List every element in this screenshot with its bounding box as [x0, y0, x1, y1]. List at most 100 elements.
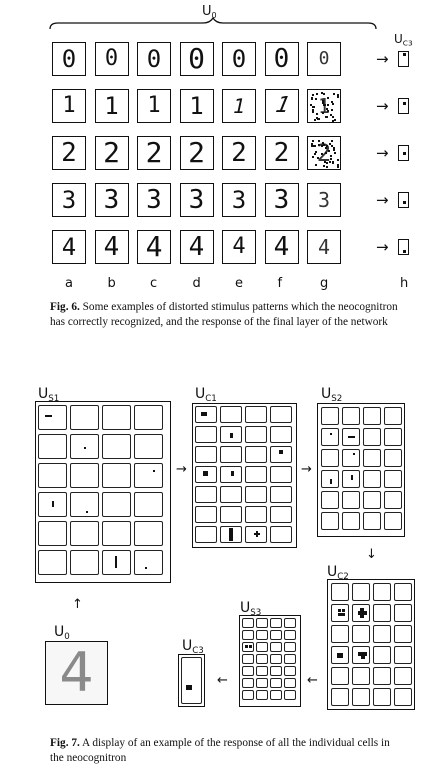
stimulus-cell: 4	[307, 230, 341, 264]
us2-cell	[342, 449, 360, 467]
us2-activity-mark	[351, 475, 353, 480]
stimulus-cell: 2	[94, 136, 129, 170]
stimulus-cell: 1	[222, 89, 256, 123]
digit-glyph: 4	[145, 230, 163, 263]
uc1-cell	[245, 466, 267, 483]
uc2-cell	[394, 604, 412, 622]
uc2-panel	[327, 579, 415, 710]
stimulus-cell: 1	[307, 89, 341, 123]
us1-cell	[134, 434, 163, 459]
us2-cell	[342, 491, 360, 509]
us1-cell	[70, 434, 99, 459]
us2-activity-mark	[330, 479, 332, 484]
digit-glyph: 0	[318, 48, 330, 69]
digit-glyph: 1	[62, 93, 76, 118]
us3-cell	[270, 630, 282, 640]
uc2-cell	[373, 583, 391, 601]
stimulus-cell: 0	[307, 42, 341, 76]
digit-glyph: 1	[230, 94, 248, 118]
us1-activity-mark	[145, 567, 147, 569]
us3-cell	[256, 690, 268, 700]
arrow-us3-uc3: ←	[217, 673, 228, 688]
us3-cell	[270, 618, 282, 628]
uc1-cell	[270, 506, 292, 523]
fig6-caption-bold: Fig. 6.	[50, 301, 80, 313]
fig7-caption-text: A display of an example of the response …	[50, 737, 390, 764]
uc3-response-box	[398, 98, 409, 114]
stimulus-cell: 2	[264, 136, 299, 170]
stimulus-cell: 3	[179, 183, 214, 217]
digit-glyph: 3	[103, 185, 120, 215]
us2-activity-mark	[353, 453, 355, 455]
stimulus-cell: 1	[264, 89, 299, 123]
us3-cell	[284, 630, 296, 640]
fig7-caption: Fig. 7. A display of an example of the r…	[50, 736, 400, 766]
us3-cell	[284, 666, 296, 676]
digit-glyph: 0	[231, 45, 247, 73]
uc2-cell	[394, 667, 412, 685]
us1-cell	[70, 550, 99, 575]
uc1-activity-mark	[230, 433, 233, 438]
us1-activity-mark	[84, 447, 86, 449]
us1-cell	[70, 492, 99, 517]
column-label: b	[107, 276, 116, 291]
us2-cell	[321, 449, 339, 467]
column-label: g	[320, 276, 329, 291]
us3-cell	[284, 654, 296, 664]
uc1-cell	[245, 486, 267, 503]
uc1-cell	[270, 486, 292, 503]
us2-cell	[342, 512, 360, 530]
stimulus-cell: 0	[264, 42, 299, 76]
us2-cell	[321, 512, 339, 530]
us3-cell	[284, 618, 296, 628]
uc3-response-mark	[403, 53, 406, 56]
us1-cell	[38, 492, 67, 517]
uc3-panel	[178, 654, 205, 707]
uc1-cell	[195, 506, 217, 523]
fig6-caption: Fig. 6. Some examples of distorted stimu…	[50, 300, 400, 330]
column-label: e	[235, 276, 243, 291]
us2-activity-mark	[348, 436, 355, 438]
uc2-cell	[331, 604, 349, 622]
fig6-uc3-label: UC3	[394, 32, 413, 48]
uc2-cell	[352, 625, 370, 643]
us3-cell	[256, 666, 268, 676]
us2-cell	[342, 407, 360, 425]
uc1-cell	[220, 426, 242, 443]
uc1-cell	[220, 446, 242, 463]
uc3-response-mark	[403, 250, 406, 254]
us2-cell	[321, 428, 339, 446]
uc2-cell	[394, 625, 412, 643]
us1-activity-mark	[86, 511, 88, 513]
uc1-cell	[245, 446, 267, 463]
digit-glyph: 0	[61, 45, 77, 73]
us3-cell	[270, 642, 282, 652]
column-label: f	[277, 276, 283, 291]
uc1-cell	[245, 426, 267, 443]
us1-cell	[38, 463, 67, 488]
uc1-cell	[220, 406, 242, 423]
stimulus-cell: 2	[52, 136, 86, 170]
digit-glyph: 2	[316, 139, 332, 167]
uc1-cell	[220, 466, 242, 483]
stimulus-cell: 3	[222, 183, 256, 217]
stimulus-cell: 2	[137, 136, 171, 170]
digit-glyph: 1	[104, 92, 119, 120]
stimulus-cell: 2	[179, 136, 214, 170]
uc2-cell	[373, 625, 391, 643]
digit-glyph: 4	[317, 235, 331, 259]
us2-cell	[384, 428, 402, 446]
us1-cell	[134, 492, 163, 517]
uc2-cell	[394, 646, 412, 664]
uc1-cell	[220, 506, 242, 523]
stimulus-cell: 4	[179, 230, 214, 264]
uc3-cell	[181, 657, 202, 704]
digit-glyph: 0	[188, 42, 205, 75]
digit-glyph: 3	[273, 185, 290, 215]
us2-panel	[317, 403, 405, 537]
digit-glyph: 2	[61, 138, 77, 168]
us3-activity-mark	[249, 645, 252, 648]
us3-cell	[270, 654, 282, 664]
column-label: d	[192, 276, 201, 291]
uc2-cell	[331, 625, 349, 643]
